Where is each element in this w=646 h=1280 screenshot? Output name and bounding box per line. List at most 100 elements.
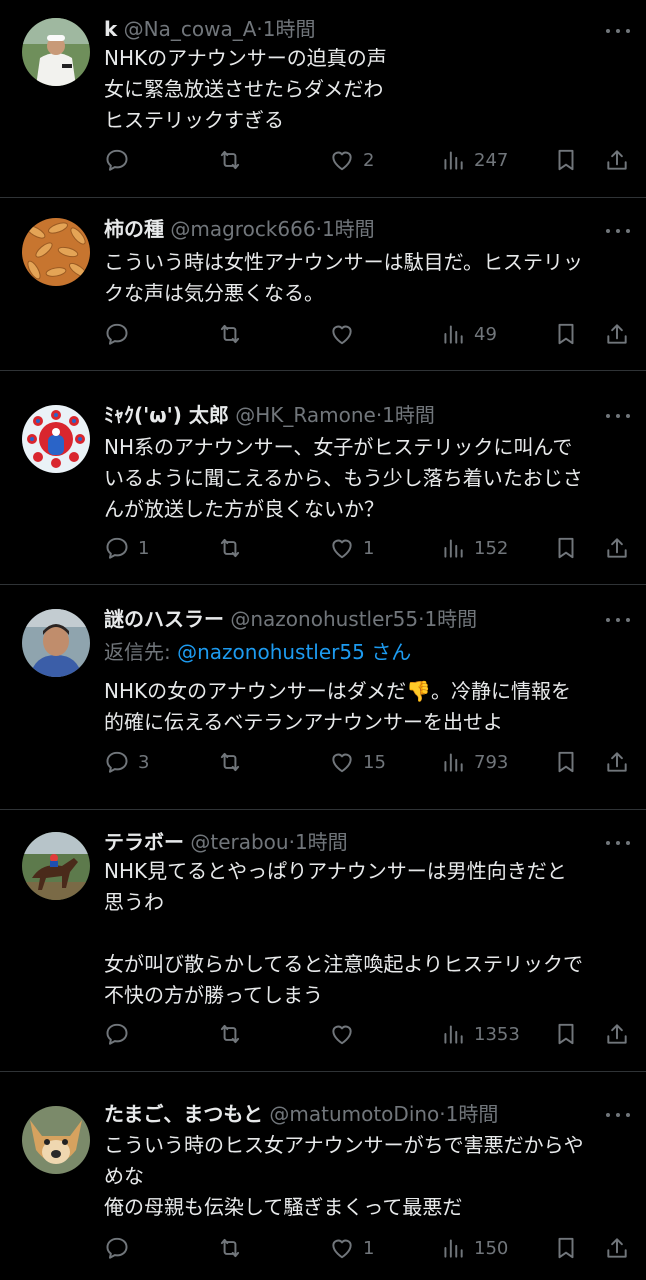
views-button[interactable]: 1353 xyxy=(440,1018,520,1050)
like-count: 2 xyxy=(363,149,375,171)
avatar[interactable] xyxy=(22,218,90,286)
like-button[interactable]: 1 xyxy=(329,532,374,564)
retweet-button[interactable] xyxy=(217,144,251,176)
bookmark-button[interactable] xyxy=(553,1232,579,1264)
reply-context: 返信先: @nazonohustler55 さん xyxy=(104,637,411,667)
views-button[interactable]: 247 xyxy=(440,144,508,176)
ellipsis-icon[interactable] xyxy=(604,20,632,40)
like-button[interactable] xyxy=(329,318,363,350)
ellipsis-icon[interactable] xyxy=(604,832,632,852)
retweet-button[interactable] xyxy=(217,1018,251,1050)
timestamp[interactable]: 1時間 xyxy=(446,1102,499,1126)
share-button[interactable] xyxy=(604,144,630,176)
avatar[interactable] xyxy=(22,1106,90,1174)
tweet-3[interactable]: 謎のハスラー @nazonohustler55·1時間 返信先: @nazono… xyxy=(0,585,646,809)
timestamp[interactable]: 1時間 xyxy=(263,17,316,41)
share-button[interactable] xyxy=(604,746,630,778)
heart-icon xyxy=(332,753,352,773)
retweet-button[interactable] xyxy=(217,318,251,350)
reply-button[interactable] xyxy=(104,1232,138,1264)
view-count: 150 xyxy=(474,1237,509,1259)
tweet-line: 俺の母親も伝染して騒ぎまくって最悪だ xyxy=(104,1195,463,1219)
ellipsis-icon[interactable] xyxy=(604,1104,632,1124)
tweet-line: こういう時は女性アナウンサーは駄目だ。ヒステリッ xyxy=(104,250,583,274)
reply-button[interactable]: 3 xyxy=(104,746,149,778)
tweet-5[interactable]: たまご、まつもと @matumotoDino·1時間 こういう時のヒス女アナウン… xyxy=(0,1072,646,1280)
reply-count: 3 xyxy=(138,751,150,773)
timestamp[interactable]: 1時間 xyxy=(322,217,375,241)
ellipsis-icon[interactable] xyxy=(604,405,632,425)
avatar[interactable] xyxy=(22,609,90,677)
ellipsis-icon[interactable] xyxy=(604,609,632,629)
tweet-2[interactable]: ﾐｬｸ('ω') 太郎 @HK_Ramone·1時間 NH系のアナウンサー、女子… xyxy=(0,371,646,584)
tweet-text: こういう時のヒス女アナウンサーがちで害悪だからや めな 俺の母親も伝染して騒ぎま… xyxy=(104,1130,634,1223)
share-button[interactable] xyxy=(604,1232,630,1264)
display-name[interactable]: k xyxy=(104,17,117,41)
views-button[interactable]: 793 xyxy=(440,746,508,778)
avatar[interactable] xyxy=(22,18,90,86)
reply-button[interactable] xyxy=(104,318,138,350)
tweet-header: k @Na_cowa_A·1時間 xyxy=(104,14,316,44)
like-count: 1 xyxy=(363,1237,375,1259)
retweet-button[interactable] xyxy=(217,746,251,778)
action-bar: 3 15 793 xyxy=(0,746,646,778)
tweet-line: 的確に伝えるベテランアナウンサーを出せよ xyxy=(104,710,503,734)
retweet-arrows-icon xyxy=(220,324,240,344)
views-button[interactable]: 152 xyxy=(440,532,508,564)
bookmark-button[interactable] xyxy=(553,144,579,176)
timestamp[interactable]: 1時間 xyxy=(295,830,348,854)
bookmark-button[interactable] xyxy=(553,746,579,778)
reply-to-label: 返信先: xyxy=(104,640,171,664)
reply-to-handle-link[interactable]: @nazonohustler55 xyxy=(177,640,365,664)
view-count: 793 xyxy=(474,751,509,773)
tweet-text: こういう時は女性アナウンサーは駄目だ。ヒステリッ クな声は気分悪くなる。 xyxy=(104,247,634,309)
user-handle[interactable]: @nazonohustler55 xyxy=(230,607,418,631)
user-handle[interactable]: @magrock666 xyxy=(170,217,315,241)
ellipsis-icon[interactable] xyxy=(604,220,632,240)
heart-icon xyxy=(332,325,352,345)
tweet-4[interactable]: テラボー @terabou·1時間 NHK見てるとやっぱりアナウンサーは男性向き… xyxy=(0,810,646,1071)
reply-to-suffix: さん xyxy=(371,640,412,664)
timestamp[interactable]: 1時間 xyxy=(424,607,477,631)
share-button[interactable] xyxy=(604,318,630,350)
reply-count: 1 xyxy=(138,537,150,559)
user-handle[interactable]: @Na_cowa_A xyxy=(124,17,257,41)
reply-button[interactable] xyxy=(104,1018,138,1050)
tweet-line: NHKの女のアナウンサーはダメだ👎。冷静に情報を xyxy=(104,679,572,703)
views-button[interactable]: 150 xyxy=(440,1232,508,1264)
bookmark-button[interactable] xyxy=(553,318,579,350)
retweet-button[interactable] xyxy=(217,532,251,564)
tweet-0[interactable]: k @Na_cowa_A·1時間 NHKのアナウンサーの迫真の声 女に緊急放送さ… xyxy=(0,0,646,198)
bar-chart-icon xyxy=(444,539,463,558)
view-count: 247 xyxy=(474,149,509,171)
display-name[interactable]: ﾐｬｸ('ω') 太郎 xyxy=(104,403,229,427)
reply-button[interactable] xyxy=(104,144,138,176)
timestamp[interactable]: 1時間 xyxy=(382,403,435,427)
display-name[interactable]: テラボー xyxy=(104,830,184,854)
like-button[interactable] xyxy=(329,1018,363,1050)
share-button[interactable] xyxy=(604,1018,630,1050)
tweet-1[interactable]: 柿の種 @magrock666·1時間 こういう時は女性アナウンサーは駄目だ。ヒ… xyxy=(0,198,646,370)
avatar[interactable] xyxy=(22,405,90,473)
user-handle[interactable]: @matumotoDino xyxy=(269,1102,439,1126)
tweet-text: NH系のアナウンサー、女子がヒステリックに叫んで いるように聞こえるから、もう少… xyxy=(104,432,634,525)
bookmark-button[interactable] xyxy=(553,1018,579,1050)
bookmark-button[interactable] xyxy=(553,532,579,564)
user-handle[interactable]: @HK_Ramone xyxy=(235,403,376,427)
share-button[interactable] xyxy=(604,532,630,564)
action-bar: 2 247 xyxy=(0,144,646,176)
tweet-line xyxy=(104,918,634,949)
like-button[interactable]: 1 xyxy=(329,1232,374,1264)
like-button[interactable]: 15 xyxy=(329,746,386,778)
like-button[interactable]: 2 xyxy=(329,144,374,176)
action-bar: 49 xyxy=(0,318,646,350)
display-name[interactable]: 謎のハスラー xyxy=(104,607,224,631)
display-name[interactable]: たまご、まつもと xyxy=(104,1102,263,1126)
retweet-button[interactable] xyxy=(217,1232,251,1264)
views-button[interactable]: 49 xyxy=(440,318,497,350)
avatar[interactable] xyxy=(22,832,90,900)
user-handle[interactable]: @terabou xyxy=(190,830,288,854)
display-name[interactable]: 柿の種 xyxy=(104,217,164,241)
tweet-text: NHK見てるとやっぱりアナウンサーは男性向きだと 思うわ 女が叫び散らかしてると… xyxy=(104,856,634,1011)
reply-button[interactable]: 1 xyxy=(104,532,149,564)
